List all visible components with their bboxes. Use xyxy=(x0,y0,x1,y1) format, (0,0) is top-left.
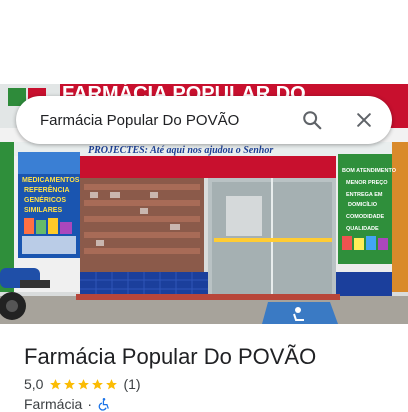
awning-text: PROJECTES: Até aqui nos ajudou o Senhor xyxy=(88,145,273,156)
search-icon xyxy=(303,111,322,130)
accessible-parking-marking xyxy=(262,302,338,324)
rating-row[interactable]: 5,0 (1) xyxy=(24,376,141,392)
clear-search-button[interactable] xyxy=(344,100,384,140)
left-poster-line: REFERÊNCIA xyxy=(24,185,70,194)
star-icon xyxy=(92,378,104,389)
star-icon xyxy=(50,378,62,389)
right-poster-line: COMODIDADE xyxy=(346,214,385,220)
left-poster-line: MEDICAMENTOS xyxy=(22,177,80,184)
right-poster-line: DOMICÍLIO xyxy=(348,200,378,208)
place-info-panel: Farmácia Popular Do POVÃO 5,0 (1) Farmác… xyxy=(0,324,408,412)
rating-value: 5,0 xyxy=(24,376,44,392)
category-row: Farmácia · xyxy=(24,396,111,412)
right-poster-line: BOM ATENDIMENTO xyxy=(342,168,397,174)
separator: · xyxy=(87,396,93,412)
search-bar[interactable]: Farmácia Popular Do POVÃO xyxy=(16,96,392,144)
review-count[interactable]: (1) xyxy=(123,376,140,392)
star-icon xyxy=(106,378,118,389)
place-category: Farmácia xyxy=(24,396,83,412)
right-poster-line: MENOR PREÇO xyxy=(346,180,388,186)
star-rating xyxy=(49,378,119,391)
right-poster-line: QUALIDADE xyxy=(346,226,379,232)
star-icon xyxy=(78,378,90,389)
search-input[interactable]: Farmácia Popular Do POVÃO xyxy=(40,112,292,129)
wheelchair-icon xyxy=(98,398,109,411)
close-icon xyxy=(357,113,371,127)
right-poster-line: ENTREGA EM xyxy=(346,192,383,198)
left-poster-line: GENÉRICOS xyxy=(24,195,66,204)
star-icon xyxy=(64,378,76,389)
search-button[interactable] xyxy=(292,100,332,140)
left-poster-line: SIMILARES xyxy=(24,207,62,214)
place-name: Farmácia Popular Do POVÃO xyxy=(24,344,317,369)
